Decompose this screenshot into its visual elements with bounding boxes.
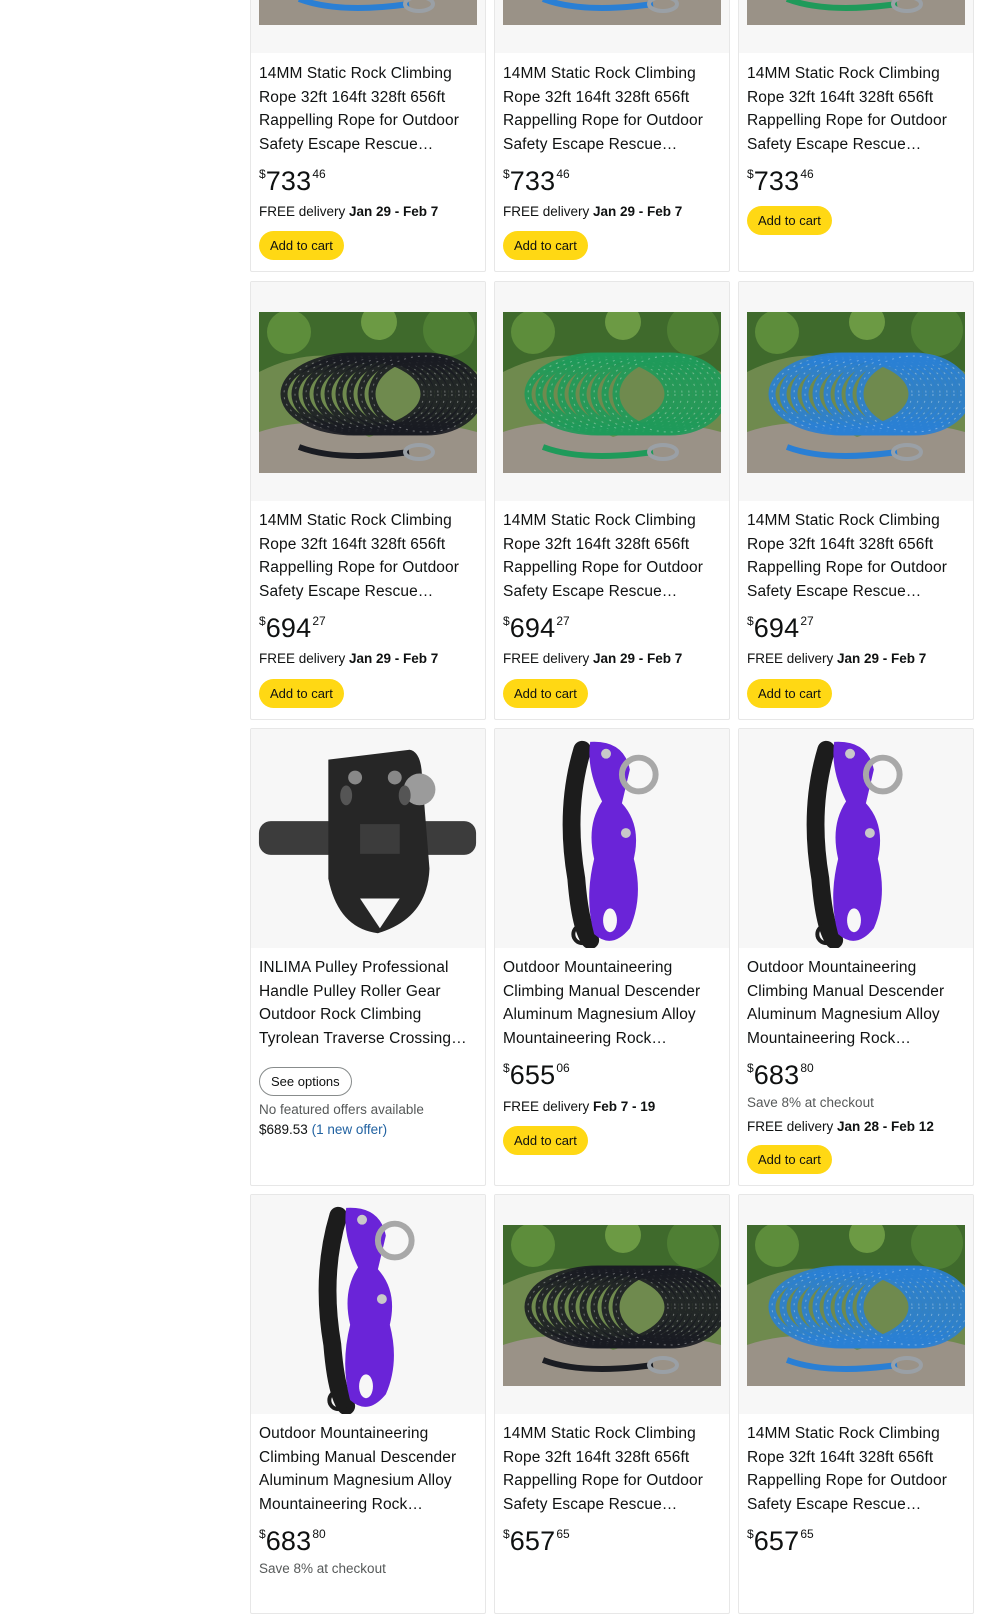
add-to-cart-button[interactable]: Add to cart [747, 679, 832, 708]
descender-icon [251, 1195, 485, 1414]
no-offers-text: No featured offers available [259, 1102, 424, 1117]
add-to-cart-button[interactable]: Add to cart [503, 679, 588, 708]
product-title[interactable]: 14MM Static Rock Climbing Rope 32ft 164f… [503, 509, 721, 603]
product-title[interactable]: Outdoor Mountaineering Climbing Manual D… [747, 956, 965, 1050]
product-image-area[interactable] [251, 1195, 485, 1414]
product-price: $68380 [747, 1060, 814, 1090]
product-card[interactable]: 14MM Static Rock Climbing Rope 32ft 164f… [494, 1194, 730, 1614]
add-to-cart-button[interactable]: Add to cart [503, 231, 588, 260]
product-card[interactable]: 14MM Static Rock Climbing Rope 32ft 164f… [494, 281, 730, 720]
product-title[interactable]: Outdoor Mountaineering Climbing Manual D… [503, 956, 721, 1050]
rope-blue-icon [503, 0, 721, 25]
rope-green-icon [503, 312, 721, 473]
add-to-cart-button[interactable]: Add to cart [747, 1145, 832, 1174]
product-image-area[interactable] [739, 729, 973, 948]
product-card[interactable]: 14MM Static Rock Climbing Rope 32ft 164f… [250, 281, 486, 720]
add-to-cart-button[interactable]: Add to cart [503, 1126, 588, 1155]
descender-icon [739, 729, 973, 948]
product-card[interactable]: 14MM Static Rock Climbing Rope 32ft 164f… [494, 0, 730, 272]
product-title[interactable]: 14MM Static Rock Climbing Rope 32ft 164f… [747, 1422, 965, 1516]
delivery-info: FREE delivery Feb 7 - 19 [503, 1099, 656, 1114]
descender-icon [495, 729, 729, 948]
offer-price: $689.53 [259, 1122, 308, 1137]
product-price: $69427 [259, 613, 326, 643]
product-card[interactable]: 14MM Static Rock Climbing Rope 32ft 164f… [738, 0, 974, 272]
product-title[interactable]: 14MM Static Rock Climbing Rope 32ft 164f… [747, 62, 965, 156]
add-to-cart-button[interactable]: Add to cart [747, 206, 832, 235]
product-title[interactable]: 14MM Static Rock Climbing Rope 32ft 164f… [259, 509, 477, 603]
product-price: $73346 [503, 166, 570, 196]
product-title[interactable]: 14MM Static Rock Climbing Rope 32ft 164f… [503, 62, 721, 156]
product-image-area[interactable] [739, 282, 973, 501]
product-card[interactable]: INLIMA Pulley Professional Handle Pulley… [250, 728, 486, 1186]
product-image-area[interactable] [251, 0, 485, 53]
add-to-cart-button[interactable]: Add to cart [259, 231, 344, 260]
product-title[interactable]: 14MM Static Rock Climbing Rope 32ft 164f… [503, 1422, 721, 1516]
product-title[interactable]: Outdoor Mountaineering Climbing Manual D… [259, 1422, 477, 1516]
product-image-area[interactable] [495, 1195, 729, 1414]
delivery-info: FREE delivery Jan 29 - Feb 7 [503, 204, 683, 219]
product-price: $65765 [747, 1526, 814, 1556]
product-image-area[interactable] [495, 282, 729, 501]
delivery-info: FREE delivery Jan 29 - Feb 7 [503, 651, 683, 666]
save-at-checkout-text: Save 8% at checkout [259, 1561, 386, 1576]
product-card[interactable]: 14MM Static Rock Climbing Rope 32ft 164f… [738, 281, 974, 720]
product-card[interactable]: Outdoor Mountaineering Climbing Manual D… [250, 1194, 486, 1614]
rope-green-icon [747, 0, 965, 25]
delivery-info: FREE delivery Jan 29 - Feb 7 [259, 204, 439, 219]
add-to-cart-button[interactable]: Add to cart [259, 679, 344, 708]
new-offer-link[interactable]: (1 new offer) [312, 1122, 388, 1137]
product-price: $65506 [503, 1060, 570, 1090]
product-card[interactable]: Outdoor Mountaineering Climbing Manual D… [738, 728, 974, 1186]
product-card[interactable]: Outdoor Mountaineering Climbing Manual D… [494, 728, 730, 1186]
rope-blue-icon [259, 0, 477, 25]
product-price: $73346 [747, 166, 814, 196]
delivery-info: FREE delivery Jan 29 - Feb 7 [259, 651, 439, 666]
rope-blue-icon [747, 1225, 965, 1386]
product-title[interactable]: 14MM Static Rock Climbing Rope 32ft 164f… [259, 62, 477, 156]
product-image-area[interactable] [739, 1195, 973, 1414]
rope-black-icon [259, 312, 477, 473]
delivery-info: FREE delivery Jan 29 - Feb 7 [747, 651, 927, 666]
rope-black-icon [503, 1225, 721, 1386]
product-image-area[interactable] [251, 729, 485, 948]
pulley-icon [251, 729, 485, 948]
product-price: $65765 [503, 1526, 570, 1556]
product-price: $69427 [503, 613, 570, 643]
product-image-area[interactable] [251, 282, 485, 501]
product-title[interactable]: 14MM Static Rock Climbing Rope 32ft 164f… [747, 509, 965, 603]
product-image-area[interactable] [739, 0, 973, 53]
product-image-area[interactable] [495, 0, 729, 53]
save-at-checkout-text: Save 8% at checkout [747, 1095, 874, 1110]
product-title[interactable]: INLIMA Pulley Professional Handle Pulley… [259, 956, 477, 1050]
product-price: $68380 [259, 1526, 326, 1556]
product-price: $73346 [259, 166, 326, 196]
product-image-area[interactable] [495, 729, 729, 948]
product-card[interactable]: 14MM Static Rock Climbing Rope 32ft 164f… [738, 1194, 974, 1614]
product-price: $69427 [747, 613, 814, 643]
product-card[interactable]: 14MM Static Rock Climbing Rope 32ft 164f… [250, 0, 486, 272]
delivery-info: FREE delivery Jan 28 - Feb 12 [747, 1119, 934, 1134]
see-options-button[interactable]: See options [259, 1067, 352, 1096]
offer-line: $689.53 (1 new offer) [259, 1122, 387, 1137]
rope-blue-icon [747, 312, 965, 473]
